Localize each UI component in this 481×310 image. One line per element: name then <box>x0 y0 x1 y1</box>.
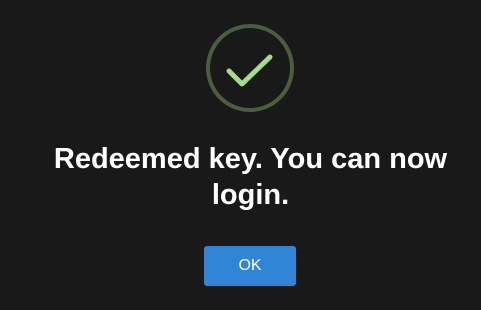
dialog-message: Redeemed key. You can now login. <box>53 143 448 211</box>
success-dialog: Redeemed key. You can now login. OK <box>0 0 481 310</box>
success-check-icon <box>206 24 294 112</box>
ok-button[interactable]: OK <box>204 246 296 286</box>
